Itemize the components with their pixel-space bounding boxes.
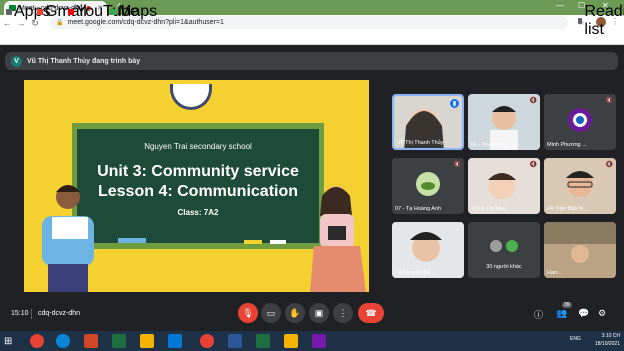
start-icon[interactable]: ⊞ (4, 336, 12, 347)
camera-toggle-button[interactable]: ▭ (261, 303, 281, 323)
presenting-banner: V Vũ Thị Thanh Thủy đang trình bày (5, 52, 618, 70)
gmail-icon (37, 9, 43, 15)
maps-icon (110, 9, 116, 15)
chrome-icon[interactable] (200, 334, 214, 348)
participant-name: Han... (547, 270, 562, 276)
participant-tile[interactable]: 🔇 24-Trần Bảo N... (544, 158, 616, 214)
others-count: 30 người khác (486, 264, 522, 270)
minimize-button[interactable]: — (556, 1, 564, 10)
reading-list[interactable]: Reading list (578, 3, 624, 39)
participant-name: Vũ Thị Thanh Thủy (397, 140, 444, 146)
slide-class: Class: 7A2 (177, 208, 219, 217)
language-indicator[interactable]: ENG (570, 336, 581, 342)
clock-date[interactable]: 18/10/2021 (588, 341, 620, 347)
excel-icon[interactable] (256, 334, 270, 348)
leave-call-button[interactable]: ☎ (358, 303, 384, 323)
participant-name: Minh Phương ... (547, 142, 587, 148)
bookmarks-bar (0, 31, 624, 45)
people-count-badge: 39 (562, 302, 572, 308)
participant-name: 01 - Trương H... (471, 142, 511, 148)
participant-tile[interactable]: Han... (544, 222, 616, 278)
more-options-button[interactable]: ⋮ (333, 303, 353, 323)
participant-tile[interactable]: 🔇 11-Lê Thị Khá... (468, 158, 540, 214)
mic-off-icon: 🎙 (242, 307, 254, 318)
participant-tile[interactable]: ▮ Vũ Thị Thanh Thủy (392, 94, 464, 150)
separator (31, 309, 32, 319)
mic-toggle-button[interactable]: 🎙 (238, 303, 258, 323)
presenting-text: Vũ Thị Thanh Thủy đang trình bày (27, 57, 141, 65)
mic-off-icon: 🔇 (529, 162, 537, 168)
chalk-eraser (118, 238, 146, 243)
participant-name: 07 - Tạ Hoàng Anh (395, 206, 442, 212)
participant-tile[interactable]: 19-Nguyễn Bả... (392, 222, 464, 278)
chalk-piece (244, 240, 262, 244)
hang-up-icon: ☎ (365, 307, 377, 318)
clock-time[interactable]: 3:10 CH (588, 333, 620, 339)
participant-name: 24-Trần Bảo N... (547, 206, 588, 212)
mic-off-icon: 🔇 (453, 162, 461, 168)
others-tile[interactable]: 30 người khác (468, 222, 540, 278)
slide-school: Nguyen Trai secondary school (144, 142, 252, 151)
chat-icon[interactable]: 💬 (578, 308, 589, 319)
more-icon: ⋮ (338, 307, 348, 318)
store-icon[interactable] (168, 334, 182, 348)
chrome-icon[interactable] (30, 334, 44, 348)
mic-off-icon: 🔇 (605, 98, 613, 104)
participant-tile[interactable]: 🔇 Minh Phương ... (544, 94, 616, 150)
hand-icon: ✋ (289, 307, 301, 318)
meeting-time: 15:10 (11, 310, 29, 317)
folder-icon[interactable] (284, 334, 298, 348)
powerpoint-icon[interactable] (84, 334, 98, 348)
camera-icon: ▭ (266, 307, 276, 318)
edge-icon[interactable] (56, 334, 70, 348)
boy-illustration (42, 185, 94, 292)
speaking-icon: ▮ (450, 99, 459, 108)
present-icon: ▣ (314, 307, 324, 318)
presenter-avatar: V (11, 55, 22, 67)
youtube-icon (68, 9, 74, 15)
mic-off-icon: 🔇 (605, 162, 613, 168)
mic-off-icon: 🔇 (529, 98, 537, 104)
chalk-piece (270, 240, 286, 244)
app-icon[interactable] (312, 334, 326, 348)
present-button[interactable]: ▣ (309, 303, 329, 323)
people-icon[interactable]: 👥 (556, 308, 567, 319)
activities-icon[interactable]: ⚙ (598, 308, 606, 319)
excel-icon[interactable] (112, 334, 126, 348)
participant-name: 11-Lê Thị Khá... (471, 206, 510, 212)
participant-tile[interactable]: 🔇 01 - Trương H... (468, 94, 540, 150)
apps-icon (6, 9, 12, 15)
word-icon[interactable] (228, 334, 242, 348)
slide-unit: Unit 3: Community service (97, 163, 299, 180)
raise-hand-button[interactable]: ✋ (285, 303, 305, 323)
participant-tile[interactable]: 🔇 07 - Tạ Hoàng Anh (392, 158, 464, 214)
participant-name: 19-Nguyễn Bả... (395, 270, 435, 276)
slide-lesson: Lesson 4: Communication (97, 183, 299, 200)
meeting-code: cdq-dcvz-dhn (38, 310, 81, 317)
bookmark-maps[interactable]: Maps (110, 3, 157, 21)
folder-icon[interactable] (140, 334, 154, 348)
info-icon[interactable]: ⓘ (534, 308, 543, 321)
reading-list-icon (578, 18, 583, 24)
teacher-illustration (310, 186, 366, 292)
